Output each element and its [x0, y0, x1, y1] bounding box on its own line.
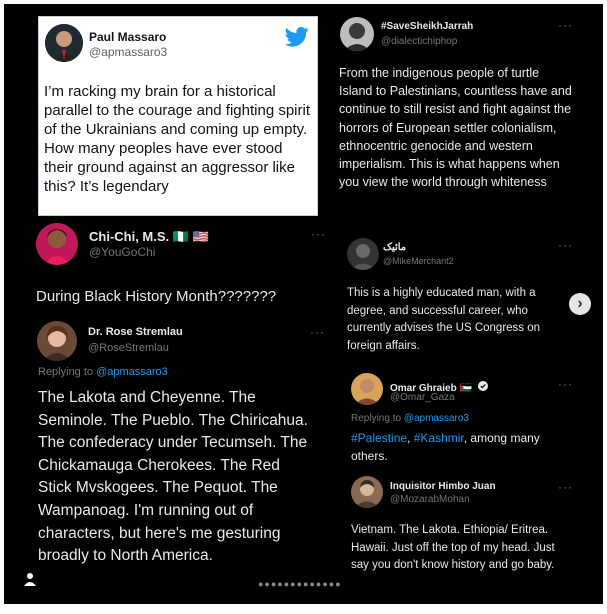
- omar-tweet-text: #Palestine, #Kashmir, among many others.: [351, 430, 573, 465]
- chevron-right-icon[interactable]: ›: [569, 293, 591, 315]
- replying-prefix: Replying to: [38, 366, 97, 378]
- ssj-name[interactable]: #SaveSheikhJarrah: [381, 21, 473, 32]
- replying-prefix: Replying to: [351, 413, 404, 424]
- pm-tweet-text: I’m racking my brain for a historical pa…: [44, 83, 311, 195]
- hashtag-kashmir-link[interactable]: #Kashmir: [414, 431, 464, 445]
- reply-to-handle-link[interactable]: @apmassaro3: [404, 413, 469, 424]
- rose-handle[interactable]: @RoseStremlau: [88, 342, 169, 354]
- rose-more-button[interactable]: ···: [310, 325, 325, 339]
- ssj-tweet-text: From the indigenous people of turtle Isl…: [339, 66, 572, 190]
- himbo-handle[interactable]: @MozarabMohan: [390, 494, 470, 505]
- rose-name[interactable]: Dr. Rose Stremlau: [88, 326, 183, 338]
- hashtag-separator: ,: [407, 431, 414, 445]
- pm-avatar[interactable]: [45, 24, 83, 62]
- rose-tweet-text: The Lakota and Cheyenne. The Seminole. T…: [38, 389, 308, 565]
- reply-to-handle-link[interactable]: @apmassaro3: [96, 366, 168, 378]
- himbo-more-button[interactable]: ···: [558, 480, 573, 494]
- ssj-avatar[interactable]: [340, 17, 374, 51]
- twitter-bird-icon: [285, 27, 309, 52]
- chichi-handle[interactable]: @YouGoChi: [89, 245, 155, 259]
- rose-replying-line: Replying to @apmassaro3: [38, 366, 168, 378]
- omar-avatar[interactable]: [351, 373, 383, 405]
- himbo-name[interactable]: Inquisitor Himbo Juan: [390, 481, 496, 492]
- pm-tweet-card[interactable]: Paul Massaro @apmassaro3 I’m racking my …: [38, 16, 318, 216]
- verified-badge-icon: [478, 378, 489, 396]
- himbo-avatar[interactable]: [351, 476, 383, 508]
- ssj-more-button[interactable]: ···: [558, 18, 573, 32]
- omar-more-button[interactable]: ···: [558, 377, 573, 391]
- pm-name[interactable]: Paul Massaro: [89, 30, 166, 44]
- chichi-avatar[interactable]: [36, 223, 78, 265]
- pm-handle[interactable]: @apmassaro3: [89, 45, 167, 59]
- collage-canvas: Paul Massaro @apmassaro3 I’m racking my …: [4, 4, 603, 604]
- person-icon[interactable]: [24, 572, 36, 591]
- chichi-name[interactable]: Chi-Chi, M.S. 🇳🇬 🇺🇸: [89, 229, 209, 245]
- mike-more-button[interactable]: ···: [558, 238, 573, 252]
- himbo-tweet-text: Vietnam. The Lakota. Ethiopia/ Eritrea. …: [351, 524, 555, 571]
- omar-replying-line: Replying to @apmassaro3: [351, 413, 469, 424]
- omar-handle[interactable]: @Omar_Gaza: [390, 392, 455, 403]
- mike-avatar[interactable]: [347, 238, 379, 270]
- hashtag-palestine-link[interactable]: #Palestine: [351, 431, 407, 445]
- carousel-pager-dots[interactable]: ●●●●●●●●●●●●●: [258, 579, 358, 589]
- rose-avatar[interactable]: [37, 321, 77, 361]
- chichi-tweet-text: During Black History Month???????: [36, 288, 277, 305]
- ssj-handle[interactable]: @dialectichiphop: [381, 36, 457, 47]
- mike-name[interactable]: مائیک: [383, 242, 406, 253]
- chichi-more-button[interactable]: ···: [311, 227, 326, 241]
- mike-handle[interactable]: @MikeMerchant2: [383, 256, 454, 266]
- mike-tweet-text: This is a highly educated man, with a de…: [347, 287, 541, 352]
